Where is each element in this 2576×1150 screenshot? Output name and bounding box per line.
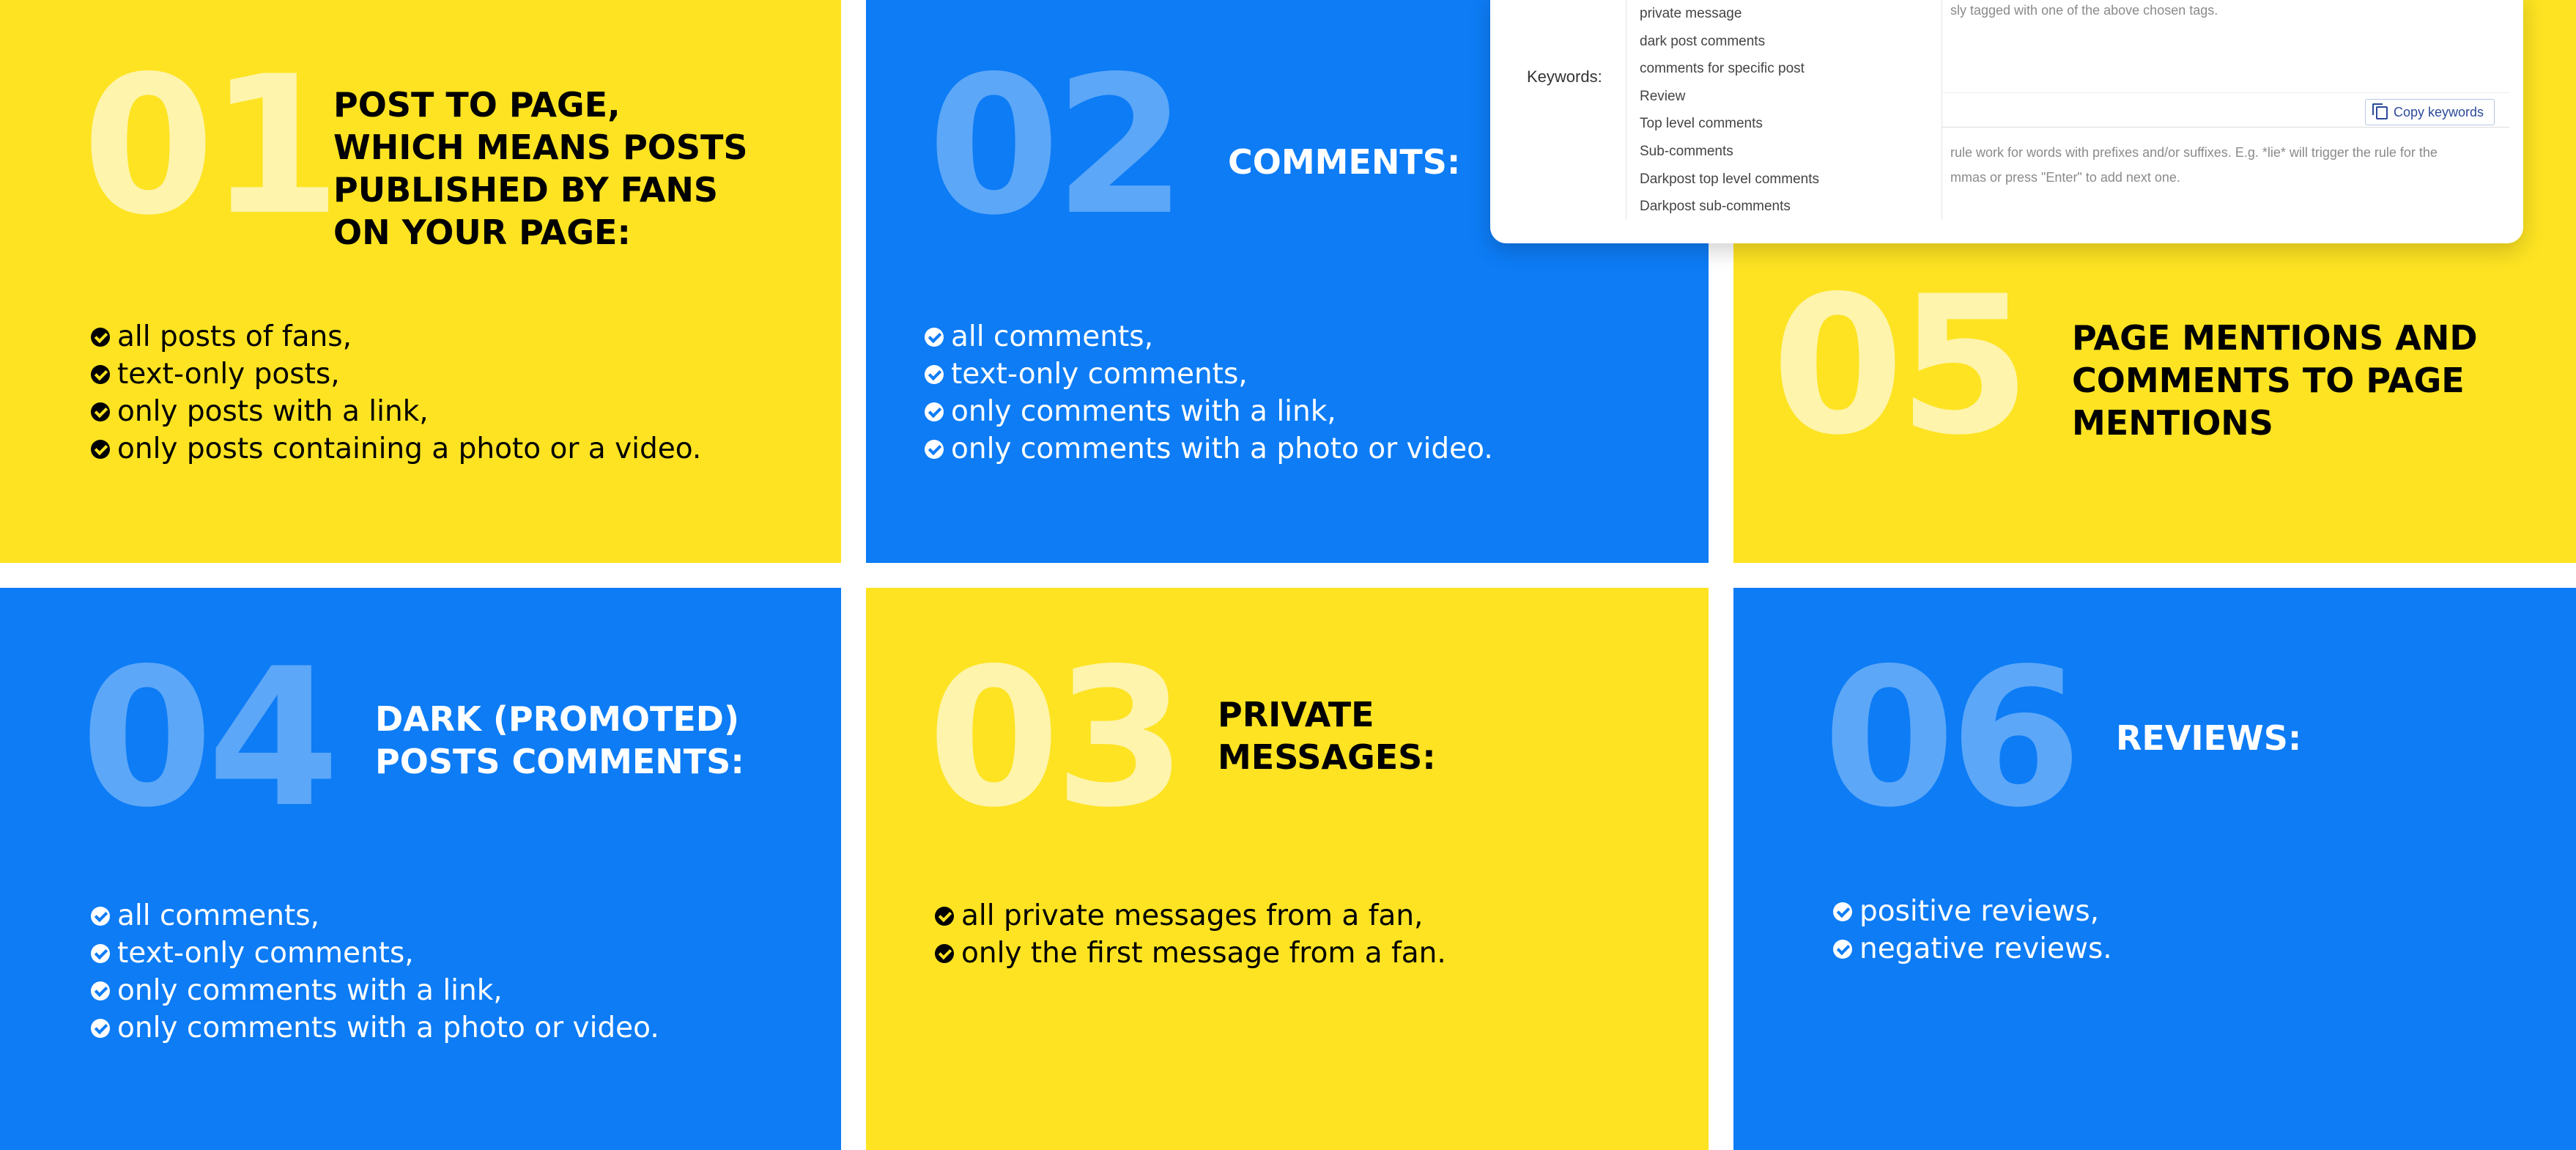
list-item: only posts containing a photo or a video… bbox=[91, 430, 701, 468]
check-icon bbox=[91, 364, 110, 384]
keywords-settings-card: sly tagged with one of the above chosen … bbox=[1490, 0, 2523, 243]
panel-title: PAGE MENTIONS AND COMMENTS TO PAGE MENTI… bbox=[2072, 318, 2478, 443]
panel-title: COMMENTS: bbox=[1228, 142, 1461, 182]
check-icon bbox=[1833, 902, 1852, 921]
dropdown-option-top-level-comments[interactable]: Top level comments bbox=[1626, 110, 1942, 138]
check-icon bbox=[925, 327, 944, 347]
check-icon bbox=[925, 402, 944, 421]
list-item: all posts of fans, bbox=[91, 318, 701, 355]
panel-title: PRIVATE MESSAGES: bbox=[1218, 695, 1436, 777]
keywords-hint-line2: mmas or press "Enter" to add next one. bbox=[1950, 170, 2180, 185]
list-item: text-only comments, bbox=[91, 935, 659, 972]
post-type-dropdown[interactable]: private message dark post comments comme… bbox=[1626, 0, 1942, 220]
keywords-hint-line1: rule work for words with prefixes and/or… bbox=[1950, 145, 2438, 160]
copy-keywords-label: Copy keywords bbox=[2393, 105, 2484, 119]
check-icon bbox=[925, 364, 944, 384]
keywords-input[interactable]: Copy keywords bbox=[1942, 92, 2509, 128]
dropdown-option-comments-specific-post[interactable]: comments for specific post bbox=[1626, 55, 1942, 83]
panel-title: POST TO PAGE, WHICH MEANS POSTS PUBLISHE… bbox=[333, 85, 748, 252]
tags-hint-text: sly tagged with one of the above chosen … bbox=[1950, 3, 2218, 18]
panel-number: 01 bbox=[82, 36, 341, 257]
copy-keywords-button[interactable]: Copy keywords bbox=[2364, 99, 2495, 125]
panel-number: 06 bbox=[1823, 628, 2082, 849]
list-item: all private messages from a fan, bbox=[935, 897, 1446, 935]
dropdown-option-private-message[interactable]: private message bbox=[1626, 0, 1942, 28]
dropdown-option-review[interactable]: Review bbox=[1626, 83, 1942, 111]
check-icon bbox=[91, 402, 110, 421]
keywords-label: Keywords: bbox=[1527, 67, 1602, 86]
panel-06: 06 REVIEWS: positive reviews, negative r… bbox=[1733, 588, 2576, 1150]
check-icon bbox=[935, 943, 954, 963]
panel-number: 02 bbox=[928, 36, 1187, 257]
check-icon bbox=[91, 1018, 110, 1038]
list-item: positive reviews, bbox=[1833, 893, 2112, 930]
list-item: only comments with a link, bbox=[925, 393, 1493, 430]
copy-icon bbox=[2372, 103, 2388, 119]
panel-number: 05 bbox=[1772, 256, 2031, 477]
check-icon bbox=[91, 439, 110, 459]
list-item: only posts with a link, bbox=[91, 393, 701, 430]
dropdown-option-darkpost-sub[interactable]: Darkpost sub-comments bbox=[1626, 193, 1942, 221]
feature-list: all private messages from a fan, only th… bbox=[935, 897, 1446, 972]
check-icon bbox=[1833, 939, 1852, 959]
list-item: only the first message from a fan. bbox=[935, 935, 1446, 972]
panel-title: REVIEWS: bbox=[2116, 718, 2302, 758]
check-icon bbox=[91, 906, 110, 926]
check-icon bbox=[91, 981, 110, 1000]
panel-03: 03 PRIVATE MESSAGES: all private message… bbox=[866, 588, 1709, 1150]
check-icon bbox=[91, 327, 110, 347]
panel-01: 01 POST TO PAGE, WHICH MEANS POSTS PUBLI… bbox=[0, 0, 841, 563]
list-item: only comments with a photo or video. bbox=[925, 430, 1493, 468]
list-item: negative reviews. bbox=[1833, 930, 2112, 967]
check-icon bbox=[925, 439, 944, 459]
dropdown-option-dark-post-comments[interactable]: dark post comments bbox=[1626, 28, 1942, 56]
list-item: only comments with a photo or video. bbox=[91, 1009, 659, 1047]
panel-number: 04 bbox=[81, 628, 340, 849]
feature-list: all comments, text-only comments, only c… bbox=[91, 897, 659, 1047]
feature-list: positive reviews, negative reviews. bbox=[1833, 893, 2112, 967]
panel-title: DARK (PROMOTED) POSTS COMMENTS: bbox=[375, 699, 744, 781]
panel-number: 03 bbox=[928, 628, 1187, 849]
dropdown-option-darkpost-top-level[interactable]: Darkpost top level comments bbox=[1626, 166, 1942, 193]
check-icon bbox=[935, 906, 954, 926]
feature-list: all comments, text-only comments, only c… bbox=[925, 318, 1493, 468]
list-item: all comments, bbox=[925, 318, 1493, 355]
check-icon bbox=[91, 943, 110, 963]
list-item: all comments, bbox=[91, 897, 659, 935]
list-item: text-only comments, bbox=[925, 355, 1493, 393]
feature-list: all posts of fans, text-only posts, only… bbox=[91, 318, 701, 468]
list-item: only comments with a link, bbox=[91, 972, 659, 1009]
list-item: text-only posts, bbox=[91, 355, 701, 393]
dropdown-option-sub-comments[interactable]: Sub-comments bbox=[1626, 138, 1942, 166]
panel-04: 04 DARK (PROMOTED) POSTS COMMENTS: all c… bbox=[0, 588, 841, 1150]
